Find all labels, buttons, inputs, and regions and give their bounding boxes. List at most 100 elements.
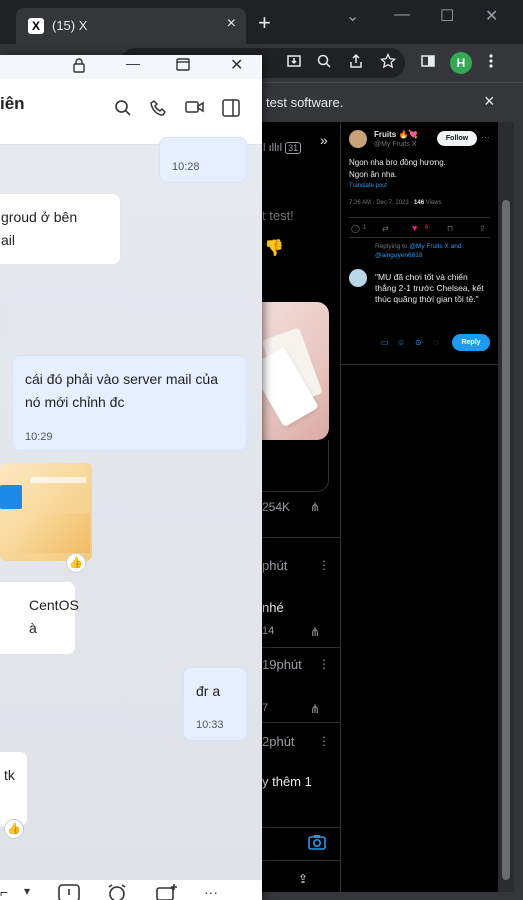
more-icon[interactable]: ··· (204, 884, 218, 900)
tweet-text-fragment: nhé (262, 600, 284, 615)
like-heart-icon[interactable]: ♥ (412, 223, 417, 233)
sticker-icon[interactable]: ⌐ (0, 884, 8, 900)
expand-icon[interactable]: » (320, 132, 328, 148)
message-text: cái đó phải vào server mail của (25, 371, 218, 387)
minimize-button[interactable]: — (394, 6, 410, 24)
message-bubble-sent[interactable]: 10:28 (159, 137, 247, 183)
like-icon[interactable]: 👍 (66, 553, 86, 573)
tweet-time: 2phút (262, 734, 295, 749)
reply-button[interactable]: Reply (452, 334, 490, 351)
like-icon[interactable]: 👍 (4, 819, 24, 839)
tweet-detail-panel: Fruits 🔥💘 @My Fruits X Follow ··· Ngon n… (341, 122, 514, 892)
replying-to-prefix: Replying to (375, 243, 410, 250)
message-time: 10:29 (25, 431, 53, 443)
share-icon[interactable]: ⋔ (310, 625, 320, 639)
tweet-text-fragment: y thêm 1 (262, 774, 312, 789)
menu-kebab-icon[interactable] (488, 53, 494, 69)
side-panel-icon[interactable] (222, 99, 240, 117)
tab-close-icon[interactable]: × (227, 15, 236, 33)
reply-count: 7 (262, 702, 269, 714)
window-close-button[interactable]: ✕ (485, 6, 498, 26)
tab-strip: X (15) X × + ⌄ — ☐ ✕ (0, 0, 523, 44)
location-icon[interactable]: ⊙ (415, 338, 422, 347)
message-text: đr a (196, 683, 221, 699)
more-icon[interactable]: ··· (481, 132, 490, 142)
message-bubble-received[interactable]: tk (0, 751, 28, 827)
message-bubble-received[interactable]: CentOS à (0, 581, 79, 655)
message-bubble-sent[interactable]: đr a 10:33 (183, 667, 247, 741)
message-text: CentOS à (29, 597, 79, 636)
reply-draft-text[interactable]: "MU đã chơi tốt và chiến thắng 2-1 trước… (375, 272, 489, 305)
retweet-icon[interactable]: ⇄ (382, 224, 389, 233)
translate-link[interactable]: Translate post (349, 183, 387, 189)
share-icon[interactable]: ⇪ (479, 224, 486, 233)
profile-avatar[interactable]: H (450, 52, 472, 74)
author-handle[interactable]: @My Fruits X (374, 141, 417, 148)
views-number: 146 (414, 200, 425, 206)
video-call-icon[interactable] (185, 99, 205, 115)
message-bubble-received[interactable] (0, 273, 1, 341)
message-text: ail (1, 232, 16, 248)
x-logo-icon: X (28, 18, 44, 34)
tweet-time: 19phút (262, 657, 302, 672)
follow-button[interactable]: Follow (437, 131, 477, 146)
share-icon[interactable]: ⋔ (310, 500, 320, 514)
add-tab-icon[interactable] (156, 884, 178, 900)
more-icon[interactable]: ⋮ (318, 657, 330, 671)
minimize-button[interactable]: — (126, 55, 140, 71)
search-icon[interactable] (114, 99, 132, 117)
bookmark-star-icon[interactable] (380, 53, 396, 69)
new-tab-button[interactable]: + (258, 12, 271, 34)
maximize-button[interactable]: ☐ (440, 6, 454, 26)
x-page: ıl ıllıl 31 » t test! 👎 254K ⋔ phút ⋮ nh… (249, 122, 514, 892)
dropdown-icon[interactable]: ▾ (24, 884, 30, 898)
x-timeline-column: ıl ıllıl 31 » t test! 👎 254K ⋔ phút ⋮ nh… (249, 122, 341, 892)
more-icon[interactable]: ⋮ (318, 558, 330, 572)
contact-name[interactable]: iên (0, 94, 25, 114)
chat-titlebar: — ✕ (0, 55, 262, 79)
author-name[interactable]: Fruits 🔥💘 (374, 130, 418, 139)
emoji-icon[interactable]: ☺ (397, 338, 405, 347)
tweet-meta: 7:26 AM · Dec 7, 2023 · 146 Views (349, 200, 442, 206)
replying-to: Replying to @My Fruits X and @ainguyen68… (375, 242, 487, 260)
close-button[interactable]: ✕ (230, 55, 243, 75)
author-avatar[interactable] (349, 130, 367, 148)
message-bubble-received[interactable]: groud ở bên ail (0, 193, 121, 265)
chat-header: iên (0, 79, 262, 145)
install-icon[interactable] (286, 53, 302, 69)
tweet-text-line: Ngon nha bro đồng hương. (349, 158, 446, 167)
page-scrollbar[interactable] (498, 122, 514, 892)
signal-status: ıl ıllıl 31 (260, 142, 302, 154)
bookmark-icon[interactable]: ⊓ (447, 224, 453, 233)
upload-icon[interactable]: ⇪ (298, 872, 308, 886)
share-icon[interactable]: ⋔ (310, 702, 320, 716)
views-count: 254K (262, 500, 291, 514)
message-list[interactable]: 10:28 groud ở bên ail cái đó phải vào se… (0, 137, 262, 880)
alarm-icon[interactable] (106, 884, 128, 900)
side-panel-icon[interactable] (420, 53, 436, 69)
zoom-icon[interactable] (316, 53, 332, 69)
image-content (20, 513, 90, 553)
tab-x[interactable]: X (15) X × (16, 8, 246, 44)
reply-icon[interactable]: ◯ (351, 224, 360, 233)
tweet-image[interactable] (249, 302, 329, 440)
message-bubble-sent[interactable]: cái đó phải vào server mail của nó mới c… (12, 355, 247, 451)
divider (262, 647, 341, 648)
share-icon[interactable] (348, 53, 364, 69)
chat-window: — ✕ iên 10:28 groud ở bên ail cái đó phả… (0, 55, 262, 900)
image-icon[interactable] (58, 884, 80, 900)
like-count: 6 (425, 225, 429, 231)
thumbs-down-emoji: 👎 (264, 240, 284, 257)
restore-button[interactable] (176, 57, 190, 71)
phone-icon[interactable] (150, 99, 168, 117)
signal-badge: 31 (285, 142, 302, 154)
media-icon[interactable]: ▭ (381, 338, 389, 347)
infobar-close-button[interactable]: × (484, 91, 495, 112)
image-message[interactable] (0, 463, 92, 561)
scrollbar-thumb[interactable] (502, 200, 510, 880)
camera-icon[interactable] (308, 834, 326, 850)
tab-search-icon[interactable]: ⌄ (346, 6, 359, 26)
views-label: Views (424, 200, 442, 206)
more-icon[interactable]: ⋮ (318, 734, 330, 748)
message-text: nó mới chỉnh đc (25, 394, 125, 410)
